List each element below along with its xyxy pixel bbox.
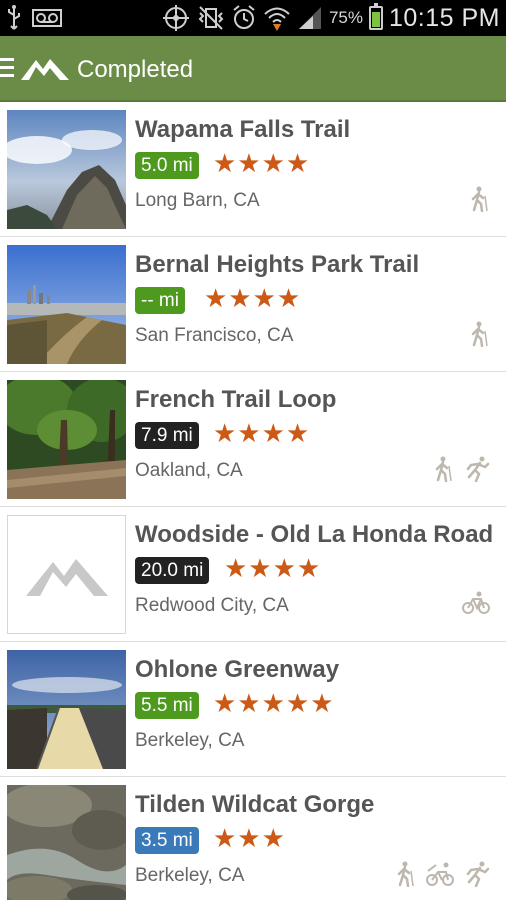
trail-row[interactable]: Woodside - Old La Honda Road 20.0 mi ★★★… [0,507,506,642]
rating-stars: ★★★★ [204,283,302,313]
running-icon [466,456,490,482]
battery-percent: 75% [328,8,363,27]
rating-stars: ★★★★ [213,418,311,448]
trail-thumbnail [7,245,126,364]
activity-icons [432,456,490,482]
action-bar: Completed [0,36,506,102]
activity-icons [462,591,490,615]
battery-icon [368,3,383,30]
hiking-icon [397,861,414,887]
clock: 10:15 PM [388,3,500,32]
activity-icons [468,186,490,212]
distance-badge: 7.9 mi [135,422,199,449]
usb-icon [8,5,20,30]
running-icon [466,861,490,887]
menu-icon[interactable] [0,58,14,78]
trail-name: Woodside - Old La Honda Road [135,521,494,548]
trail-thumbnail [7,650,126,769]
rating-stars: ★★★★ [213,148,311,178]
hiking-icon [435,456,452,482]
distance-badge: 20.0 mi [135,557,210,584]
trail-location: Berkeley, CA [135,865,245,886]
trail-row[interactable]: French Trail Loop 7.9 mi ★★★★ Oakland, C… [0,372,506,507]
biking-icon [462,591,490,614]
trail-row[interactable]: Wapama Falls Trail 5.0 mi ★★★★ Long Barn… [0,102,506,237]
wifi-icon [264,7,290,31]
trail-location: San Francisco, CA [135,325,294,346]
trail-row[interactable]: Bernal Heights Park Trail -- mi ★★★★ San… [0,237,506,372]
trail-location: Berkeley, CA [135,730,245,751]
trail-name: French Trail Loop [135,386,337,413]
distance-badge: -- mi [135,287,185,314]
alarm-icon [233,5,255,29]
mountain-biking-icon [426,862,454,886]
trail-thumbnail [7,110,126,229]
rating-stars: ★★★ [213,823,286,853]
trail-thumbnail-placeholder [7,515,126,634]
gps-icon [162,5,189,31]
activity-icons [468,321,490,347]
trail-name: Wapama Falls Trail [135,116,351,143]
app-logo-icon[interactable] [20,54,70,82]
hiking-icon [471,321,488,347]
distance-badge: 3.5 mi [135,827,199,854]
trail-list: Wapama Falls Trail 5.0 mi ★★★★ Long Barn… [0,102,506,900]
signal-icon [298,7,321,29]
rating-stars: ★★★★ [224,553,322,583]
page-title: Completed [77,56,194,83]
trail-location: Long Barn, CA [135,190,260,211]
vibrate-mute-icon [198,6,224,30]
hiking-icon [471,186,488,212]
trail-location: Oakland, CA [135,460,243,481]
trail-name: Tilden Wildcat Gorge [135,791,375,818]
trail-thumbnail [7,785,126,900]
trail-location: Redwood City, CA [135,595,289,616]
rating-stars: ★★★★★ [213,688,335,718]
activity-icons [394,861,490,887]
distance-badge: 5.0 mi [135,152,199,179]
trail-name: Bernal Heights Park Trail [135,251,420,278]
voicemail-icon [32,9,62,27]
placeholder-logo-icon [26,559,108,596]
status-bar: 75% 10:15 PM [0,0,506,36]
trail-row[interactable]: Ohlone Greenway 5.5 mi ★★★★★ Berkeley, C… [0,642,506,777]
trail-name: Ohlone Greenway [135,656,340,683]
trail-thumbnail [7,380,126,499]
trail-row[interactable]: Tilden Wildcat Gorge 3.5 mi ★★★ Berkeley… [0,777,506,900]
distance-badge: 5.5 mi [135,692,199,719]
